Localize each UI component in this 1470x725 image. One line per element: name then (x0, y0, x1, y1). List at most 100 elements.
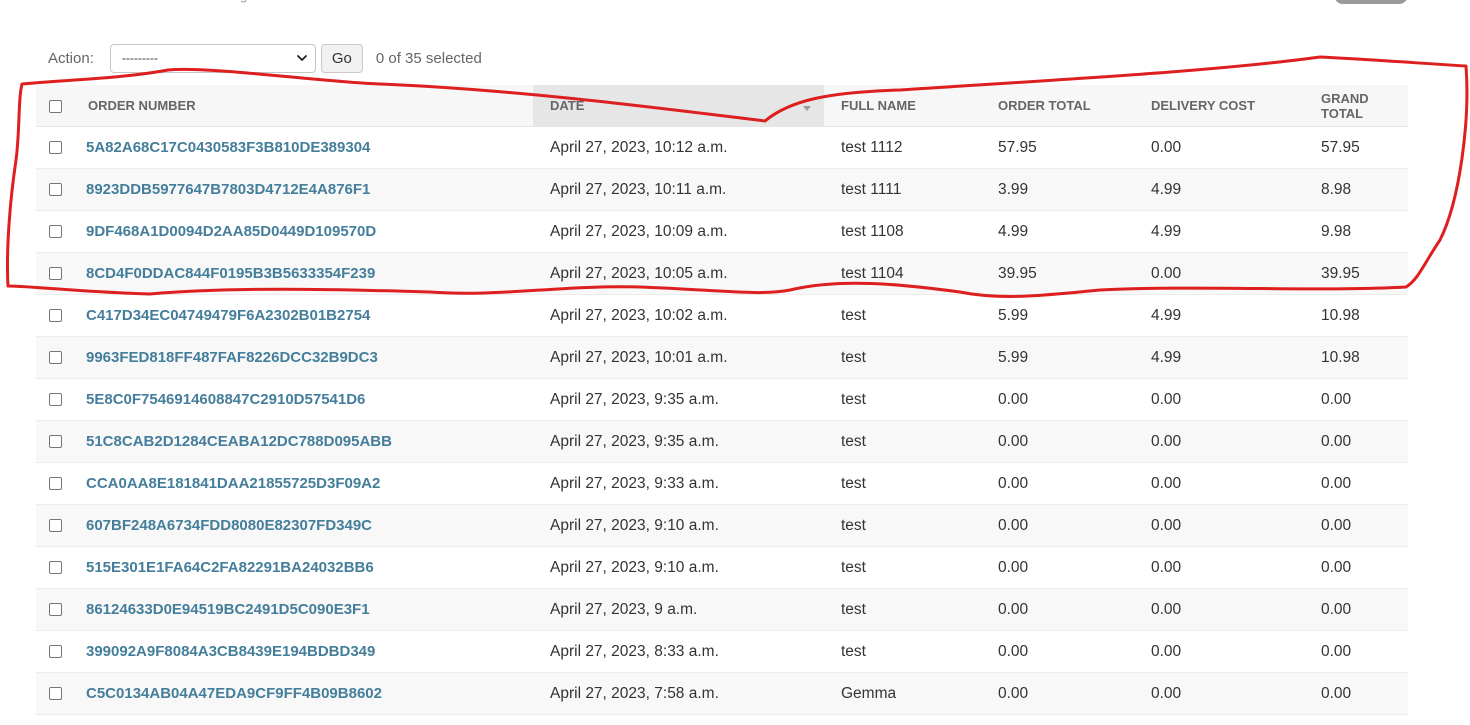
order-number-link[interactable]: 8CD4F0DDAC844F0195B3B5633354F239 (86, 265, 375, 282)
date-cell: April 27, 2023, 10:09 a.m. (533, 210, 824, 253)
table-row: C417D34EC04749479F6A2302B01B2754 April 27… (36, 294, 1408, 337)
date-cell: April 27, 2023, 10:05 a.m. (533, 252, 824, 295)
table-row: 399092A9F8084A3CB8439E194BDBD349 April 27… (36, 630, 1408, 673)
order-number-link[interactable]: C417D34EC04749479F6A2302B01B2754 (86, 307, 370, 324)
order-number-cell: 9DF468A1D0094D2AA85D0449D109570D (71, 210, 533, 253)
row-select-cell (36, 462, 71, 505)
date-cell: April 27, 2023, 10:02 a.m. (533, 294, 824, 337)
grand-total-cell: 9.98 (1304, 210, 1408, 253)
table-header-row: ORDER NUMBER DATE FULL NAME ORDER TOTAL … (36, 85, 1408, 127)
row-checkbox[interactable] (49, 434, 62, 448)
order-number-link[interactable]: C5C0134AB04A47EDA9CF9FF4B09B8602 (86, 685, 382, 702)
table-row: 5A82A68C17C0430583F3B810DE389304 April 27… (36, 126, 1408, 169)
grand-total-cell: 8.98 (1304, 168, 1408, 211)
delivery-cost-cell: 0.00 (1134, 462, 1304, 505)
row-checkbox[interactable] (49, 686, 62, 700)
date-cell: April 27, 2023, 8:33 a.m. (533, 630, 824, 673)
order-total-cell: 0.00 (981, 546, 1134, 589)
actions-bar: Action: --------- Go 0 of 35 selected (48, 42, 482, 74)
action-select-value: --------- (121, 51, 158, 65)
top-cropped-text: g (240, 0, 266, 4)
row-select-cell (36, 126, 71, 169)
delivery-cost-cell: 0.00 (1134, 546, 1304, 589)
order-number-link[interactable]: CCA0AA8E181841DAA21855725D3F09A2 (86, 475, 380, 492)
full-name-cell: test (824, 630, 981, 673)
row-select-cell (36, 588, 71, 631)
order-total-cell: 3.99 (981, 168, 1134, 211)
order-total-cell: 0.00 (981, 630, 1134, 673)
delivery-cost-cell: 4.99 (1134, 210, 1304, 253)
row-checkbox[interactable] (49, 308, 62, 322)
order-total-cell: 4.99 (981, 210, 1134, 253)
order-number-link[interactable]: 607BF248A6734FDD8080E82307FD349C (86, 517, 372, 534)
order-number-link[interactable]: 9963FED818FF487FAF8226DCC32B9DC3 (86, 349, 378, 366)
table-row: C5C0134AB04A47EDA9CF9FF4B09B8602 April 27… (36, 672, 1408, 715)
row-select-cell (36, 252, 71, 295)
order-number-cell: 8923DDB5977647B7803D4712E4A876F1 (71, 168, 533, 211)
select-all-header (36, 85, 71, 127)
order-number-cell: 86124633D0E94519BC2491D5C090E3F1 (71, 588, 533, 631)
delivery-cost-cell: 0.00 (1134, 630, 1304, 673)
order-number-cell: CCA0AA8E181841DAA21855725D3F09A2 (71, 462, 533, 505)
order-total-cell: 5.99 (981, 336, 1134, 379)
column-header-order-total[interactable]: ORDER TOTAL (981, 85, 1134, 127)
top-cropped-button[interactable] (1334, 0, 1408, 4)
delivery-cost-cell: 0.00 (1134, 126, 1304, 169)
order-number-link[interactable]: 8923DDB5977647B7803D4712E4A876F1 (86, 181, 370, 198)
grand-total-cell: 0.00 (1304, 462, 1408, 505)
order-number-link[interactable]: 51C8CAB2D1284CEABA12DC788D095ABB (86, 433, 392, 450)
row-checkbox[interactable] (49, 476, 62, 490)
row-select-cell (36, 336, 71, 379)
order-number-link[interactable]: 5E8C0F7546914608847C2910D57541D6 (86, 391, 365, 408)
order-number-link[interactable]: 515E301E1FA64C2FA82291BA24032BB6 (86, 559, 374, 576)
row-checkbox[interactable] (49, 602, 62, 616)
column-header-grand-total[interactable]: GRAND TOTAL (1304, 85, 1408, 127)
row-checkbox[interactable] (49, 560, 62, 574)
order-total-cell: 0.00 (981, 672, 1134, 715)
grand-total-cell: 0.00 (1304, 420, 1408, 463)
chevron-down-icon (296, 54, 307, 61)
full-name-cell: test 1104 (824, 252, 981, 295)
grand-total-cell: 0.00 (1304, 504, 1408, 547)
action-select[interactable]: --------- (109, 43, 316, 73)
row-select-cell (36, 378, 71, 421)
grand-total-cell: 39.95 (1304, 252, 1408, 295)
full-name-cell: test 1108 (824, 210, 981, 253)
full-name-cell: Gemma (824, 672, 981, 715)
order-total-cell: 0.00 (981, 420, 1134, 463)
orders-table: ORDER NUMBER DATE FULL NAME ORDER TOTAL … (36, 85, 1408, 715)
column-header-order-number[interactable]: ORDER NUMBER (71, 85, 533, 127)
row-checkbox[interactable] (49, 350, 62, 364)
column-header-delivery-cost[interactable]: DELIVERY COST (1134, 85, 1304, 127)
row-checkbox[interactable] (49, 140, 62, 154)
sort-icon[interactable] (802, 103, 812, 113)
date-cell: April 27, 2023, 9:33 a.m. (533, 462, 824, 505)
delivery-cost-cell: 4.99 (1134, 294, 1304, 337)
column-header-full-name[interactable]: FULL NAME (824, 85, 981, 127)
order-number-link[interactable]: 5A82A68C17C0430583F3B810DE389304 (86, 139, 370, 156)
grand-total-cell: 10.98 (1304, 336, 1408, 379)
grand-total-cell: 10.98 (1304, 294, 1408, 337)
row-select-cell (36, 630, 71, 673)
order-number-link[interactable]: 399092A9F8084A3CB8439E194BDBD349 (86, 643, 375, 660)
row-checkbox[interactable] (49, 182, 62, 196)
date-cell: April 27, 2023, 9:10 a.m. (533, 546, 824, 589)
row-checkbox[interactable] (49, 266, 62, 280)
order-number-link[interactable]: 9DF468A1D0094D2AA85D0449D109570D (86, 223, 376, 240)
date-cell: April 27, 2023, 9:35 a.m. (533, 378, 824, 421)
delivery-cost-cell: 0.00 (1134, 420, 1304, 463)
order-number-cell: 607BF248A6734FDD8080E82307FD349C (71, 504, 533, 547)
column-header-date[interactable]: DATE (533, 85, 824, 127)
row-checkbox[interactable] (49, 224, 62, 238)
order-total-cell: 0.00 (981, 378, 1134, 421)
row-checkbox[interactable] (49, 644, 62, 658)
action-label: Action: (48, 49, 94, 67)
row-checkbox[interactable] (49, 518, 62, 532)
order-number-link[interactable]: 86124633D0E94519BC2491D5C090E3F1 (86, 601, 370, 618)
order-number-cell: C5C0134AB04A47EDA9CF9FF4B09B8602 (71, 672, 533, 715)
full-name-cell: test (824, 504, 981, 547)
row-checkbox[interactable] (49, 392, 62, 406)
full-name-cell: test (824, 336, 981, 379)
go-button[interactable]: Go (320, 43, 363, 73)
select-all-checkbox[interactable] (49, 100, 62, 114)
